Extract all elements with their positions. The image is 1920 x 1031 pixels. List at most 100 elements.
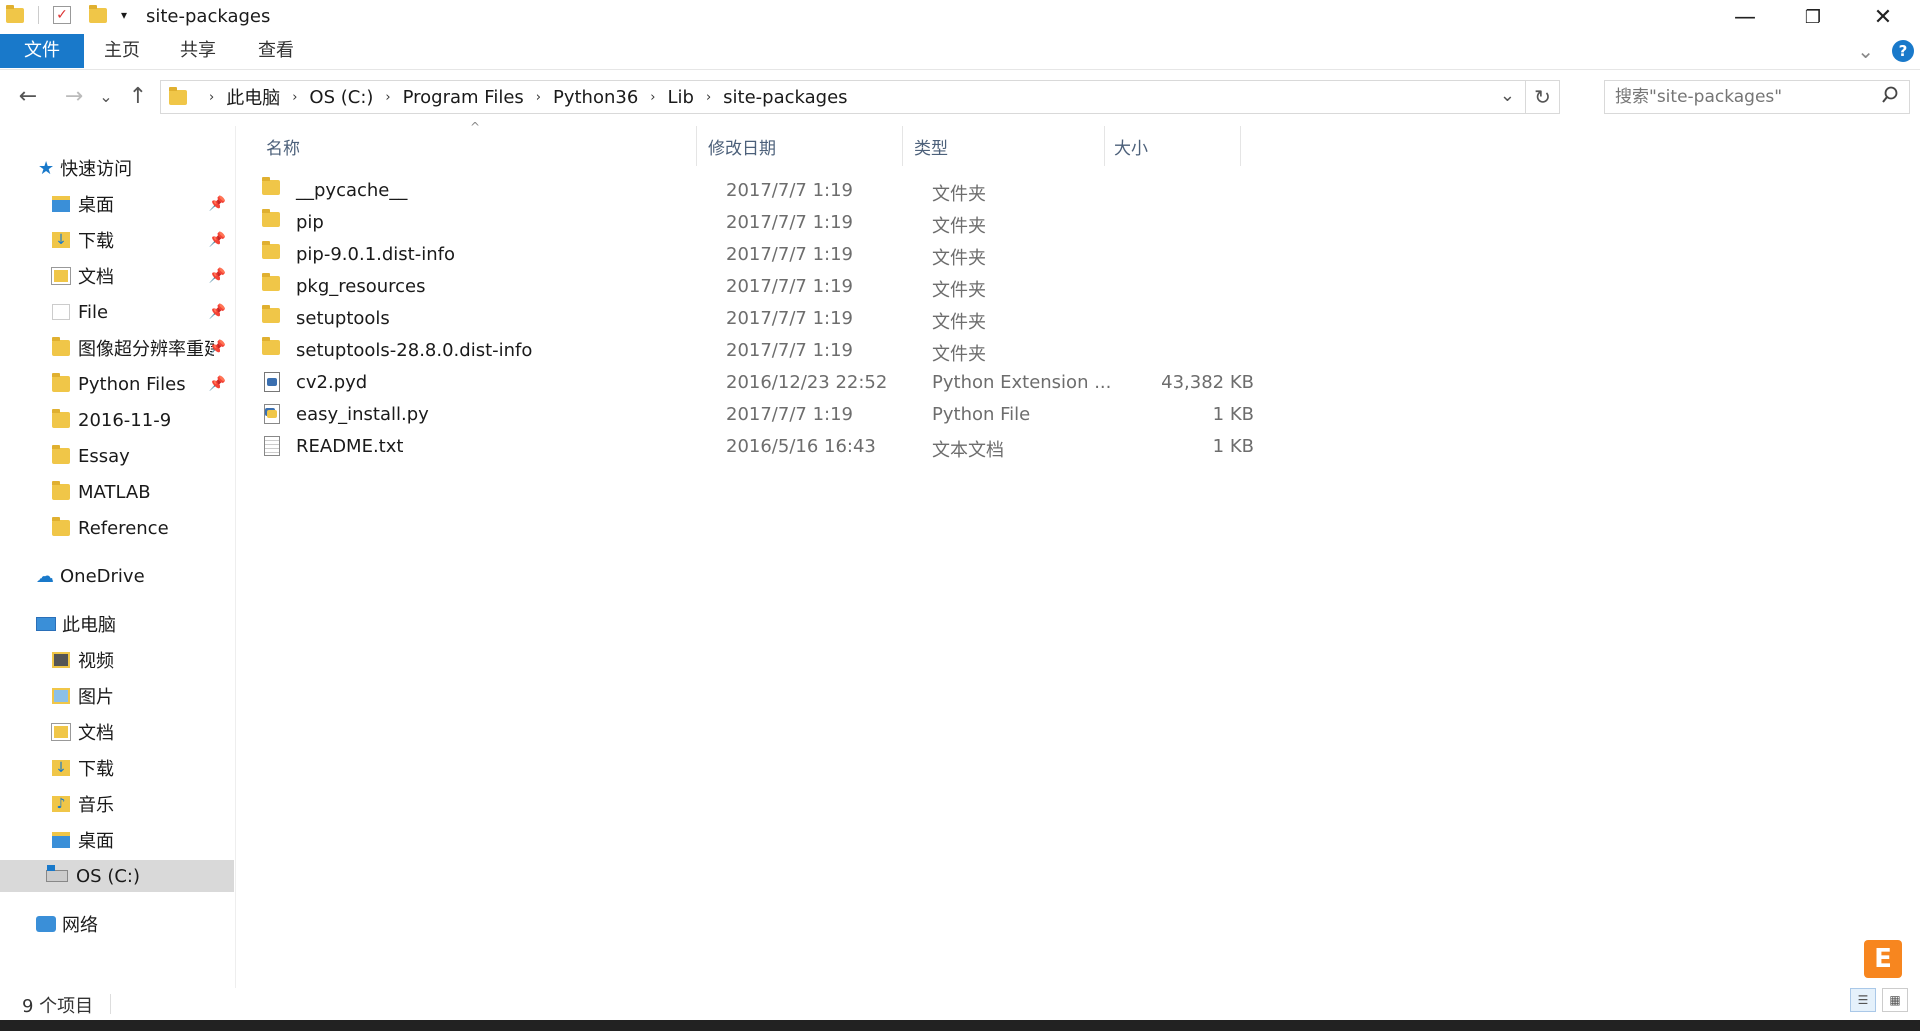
chevron-right-icon[interactable]: › — [385, 90, 390, 105]
pin-icon[interactable]: 📌 — [209, 376, 226, 392]
pin-icon[interactable]: 📌 — [209, 340, 226, 356]
file-date: 2016/12/23 22:52 — [726, 372, 888, 393]
breadcrumb-python36[interactable]: Python36 — [553, 87, 638, 108]
search-box[interactable] — [1604, 80, 1910, 114]
table-row[interactable]: __pycache__ 2017/7/7 1:19 文件夹 — [260, 176, 1254, 208]
pin-icon[interactable]: 📌 — [209, 304, 226, 320]
star-icon: ★ — [38, 157, 55, 179]
breadcrumb-os-c[interactable]: OS (C:) — [309, 87, 373, 108]
sidebar-item-2016-11-9[interactable]: 2016-11-9 — [0, 404, 234, 436]
up-button[interactable]: ↑ — [124, 80, 152, 112]
sidebar-item-super-resolution[interactable]: 图像超分辨率重建 📌 — [0, 332, 234, 364]
sidebar-item-downloads[interactable]: ↓ 下载 📌 — [0, 224, 234, 256]
tab-file[interactable]: 文件 — [0, 34, 84, 68]
sidebar-item-essay[interactable]: Essay — [0, 440, 234, 472]
address-dropdown-icon[interactable]: ⌄ — [1500, 85, 1515, 106]
column-name[interactable]: 名称 — [266, 134, 300, 159]
breadcrumb-program-files[interactable]: Program Files — [403, 87, 524, 108]
restore-button[interactable]: ❐ — [1778, 0, 1848, 34]
sidebar-item-os-c[interactable]: OS (C:) — [0, 860, 234, 892]
address-bar[interactable]: › 此电脑 › OS (C:) › Program Files › Python… — [160, 80, 1560, 114]
file-name: pip-9.0.1.dist-info — [296, 244, 455, 265]
tab-share[interactable]: 共享 — [158, 34, 238, 68]
sidebar-item-reference[interactable]: Reference — [0, 512, 234, 544]
column-divider[interactable] — [1240, 126, 1241, 166]
recent-locations-button[interactable]: ⌄ — [96, 80, 116, 112]
pin-icon[interactable]: 📌 — [209, 232, 226, 248]
forward-button[interactable]: → — [58, 80, 90, 112]
sidebar-item-file[interactable]: File 📌 — [0, 296, 234, 328]
sidebar-item-videos[interactable]: 视频 — [0, 644, 234, 676]
folder-icon — [52, 373, 70, 392]
sidebar-item-desktop[interactable]: 桌面 📌 — [0, 188, 234, 220]
chevron-right-icon[interactable]: › — [209, 90, 214, 105]
file-name: setuptools — [296, 308, 390, 329]
sidebar-item-documents[interactable]: 文档 📌 — [0, 260, 234, 292]
file-date: 2017/7/7 1:19 — [726, 340, 853, 361]
sidebar-quick-access[interactable]: ★ 快速访问 — [0, 152, 234, 184]
back-button[interactable]: ← — [12, 80, 44, 112]
table-row[interactable]: pkg_resources 2017/7/7 1:19 文件夹 — [260, 272, 1254, 304]
pin-icon[interactable]: 📌 — [209, 268, 226, 284]
table-row[interactable]: README.txt 2016/5/16 16:43 文本文档 1 KB — [260, 432, 1254, 464]
sidebar-item-matlab[interactable]: MATLAB — [0, 476, 234, 508]
breadcrumb-lib[interactable]: Lib — [668, 87, 694, 108]
column-divider[interactable] — [696, 126, 697, 166]
chevron-right-icon[interactable]: › — [650, 90, 655, 105]
details-view-icon[interactable]: ☰ — [1850, 988, 1876, 1012]
sidebar-item-pc-desktop[interactable]: 桌面 — [0, 824, 234, 856]
tab-view[interactable]: 查看 — [236, 34, 316, 68]
column-type[interactable]: 类型 — [914, 134, 948, 159]
sidebar-item-label: 此电脑 — [62, 615, 116, 636]
close-button[interactable]: ✕ — [1848, 0, 1918, 34]
expand-ribbon-icon[interactable]: ⌄ — [1857, 39, 1874, 63]
sidebar-item-label: 2016-11-9 — [78, 409, 172, 431]
column-size[interactable]: 大小 — [1114, 134, 1148, 159]
table-row[interactable]: setuptools 2017/7/7 1:19 文件夹 — [260, 304, 1254, 336]
sidebar-item-label: 图片 — [78, 687, 114, 708]
new-folder-icon[interactable] — [89, 4, 107, 23]
chevron-right-icon[interactable]: › — [706, 90, 711, 105]
floating-app-icon[interactable]: E — [1864, 940, 1902, 978]
column-divider[interactable] — [902, 126, 903, 166]
large-icons-view-icon[interactable]: ▦ — [1882, 988, 1908, 1012]
sidebar-onedrive[interactable]: ☁ OneDrive — [0, 560, 234, 592]
column-divider[interactable] — [1104, 126, 1105, 166]
desktop-icon — [52, 832, 70, 848]
table-row[interactable]: pip-9.0.1.dist-info 2017/7/7 1:19 文件夹 — [260, 240, 1254, 272]
sidebar-this-pc[interactable]: 此电脑 — [0, 608, 234, 640]
search-icon[interactable] — [1881, 85, 1899, 110]
minimize-button[interactable]: — — [1710, 0, 1780, 34]
table-row[interactable]: cv2.pyd 2016/12/23 22:52 Python Extensio… — [260, 368, 1254, 400]
sidebar-item-python-files[interactable]: Python Files 📌 — [0, 368, 234, 400]
column-date-modified[interactable]: 修改日期 — [708, 134, 776, 159]
sidebar-item-label: 音乐 — [78, 795, 114, 816]
pin-icon[interactable]: 📌 — [209, 196, 226, 212]
file-size: 1 KB — [1212, 436, 1254, 457]
table-row[interactable]: setuptools-28.8.0.dist-info 2017/7/7 1:1… — [260, 336, 1254, 368]
sidebar-item-pictures[interactable]: 图片 — [0, 680, 234, 712]
document-icon — [51, 723, 71, 741]
sidebar-item-music[interactable]: ♪ 音乐 — [0, 788, 234, 820]
sidebar-item-pc-documents[interactable]: 文档 — [0, 716, 234, 748]
tab-home[interactable]: 主页 — [82, 34, 162, 68]
folder-icon — [52, 481, 70, 500]
folder-icon — [6, 4, 24, 23]
breadcrumb-this-pc[interactable]: 此电脑 — [226, 84, 280, 110]
search-input[interactable] — [1615, 87, 1875, 107]
table-row[interactable]: easy_install.py 2017/7/7 1:19 Python Fil… — [260, 400, 1254, 432]
item-count: 9 个项目 — [22, 996, 94, 1017]
chevron-right-icon[interactable]: › — [292, 90, 297, 105]
help-icon[interactable]: ? — [1892, 40, 1914, 62]
sidebar-item-label: 下载 — [78, 231, 114, 252]
chevron-right-icon[interactable]: › — [536, 90, 541, 105]
file-name: __pycache__ — [296, 180, 408, 201]
sidebar-network[interactable]: 网络 — [0, 908, 234, 940]
properties-icon[interactable]: ✓ — [53, 6, 71, 24]
sidebar-item-pc-downloads[interactable]: ↓ 下载 — [0, 752, 234, 784]
sidebar-item-label: MATLAB — [78, 481, 151, 503]
refresh-icon[interactable]: ↻ — [1525, 81, 1559, 113]
breadcrumb-site-packages[interactable]: site-packages — [723, 87, 847, 108]
customize-toolbar-icon[interactable]: ▾ — [121, 8, 127, 22]
table-row[interactable]: pip 2017/7/7 1:19 文件夹 — [260, 208, 1254, 240]
